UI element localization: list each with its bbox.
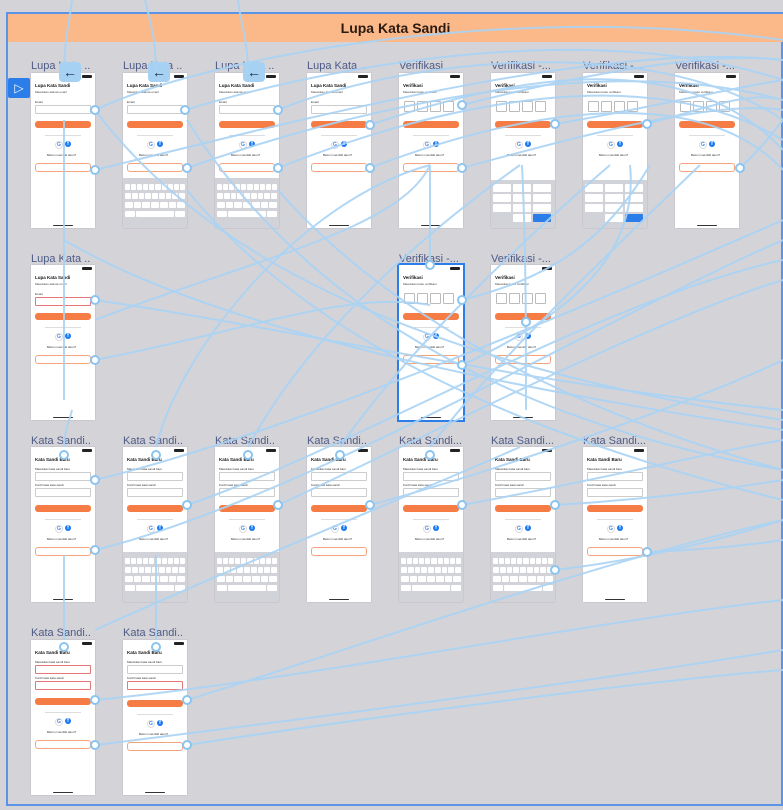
screen-title: Kata Sandi Baru [587,457,622,462]
phone-frame[interactable]: Kata Sandi Baru Masukkan kata sandi baru… [123,640,187,795]
frame-label[interactable]: Kata Sandi... [307,435,367,447]
frame-label[interactable]: Kata Sandi... [123,435,183,447]
phone-frame[interactable]: Lupa Kata Sandi Masukkan alamat email Em… [31,265,95,420]
phone-frame[interactable]: Kata Sandi Baru Masukkan kata sandi baru… [491,447,555,602]
screen-title: Lupa Kata Sandi [219,83,255,88]
screen-title: Lupa Kata Sandi [35,275,71,280]
frame-label[interactable]: Verifikasi [399,60,461,72]
section-title: Lupa Kata Sandi [8,14,783,42]
arrow-back-icon[interactable]: ← [243,62,265,82]
frame-label[interactable]: Verifikasi -... [399,253,461,265]
frame-label[interactable]: Kata Sandi... [31,627,91,639]
phone-frame[interactable]: Kata Sandi Baru Masukkan kata sandi baru… [215,447,279,602]
frame-label[interactable]: Verifikasi -... [583,60,645,72]
screen-title: Lupa Kata Sandi [35,83,71,88]
frame-label[interactable]: Verifikasi -... [491,60,553,72]
screen-title: Kata Sandi Baru [127,650,162,655]
play-prototype-icon[interactable]: ▷ [8,78,30,98]
phone-frame[interactable]: Kata Sandi Baru Masukkan kata sandi baru… [583,447,647,602]
phone-frame[interactable]: Kata Sandi Baru Masukkan kata sandi baru… [399,447,463,602]
phone-frame[interactable]: Verifikasi Masukkan kode verifikasi Gf B… [491,265,555,420]
screen-title: Kata Sandi Baru [495,457,530,462]
screen-title: Verifikasi [495,275,515,280]
screen-title: Kata Sandi Baru [35,650,70,655]
phone-frame[interactable]: Verifikasi Masukkan kode verifikasi Gf B… [491,73,555,228]
frame-label[interactable]: Verifikasi -... [491,253,553,265]
screen-title: Verifikasi [495,83,515,88]
frame-label[interactable]: Kata Sandi... [31,435,91,447]
phone-frame[interactable]: Verifikasi Masukkan kode verifikasi Gf B… [583,73,647,228]
screen-title: Verifikasi [679,83,699,88]
screen-title: Lupa Kata Sandi [127,83,163,88]
phone-frame[interactable]: Lupa Kata Sandi Masukkan alamat email Em… [123,73,187,228]
frame-label[interactable]: Kata Sandi... [215,435,275,447]
frame-label[interactable]: Kata Sandi... [583,435,645,447]
phone-frame-selected[interactable]: Verifikasi Masukkan kode verifikasi Gf B… [397,263,465,422]
frame-label[interactable]: Kata Sandi... [123,627,183,639]
screen-title: Kata Sandi Baru [403,457,438,462]
phone-frame[interactable]: Kata Sandi Baru Masukkan kata sandi baru… [123,447,187,602]
phone-frame[interactable]: Kata Sandi Baru Masukkan kata sandi baru… [31,447,95,602]
screen-title: Verifikasi [587,83,607,88]
arrow-back-icon[interactable]: ← [148,62,170,82]
frame-label[interactable]: Kata Sandi... [399,435,461,447]
phone-frame[interactable]: Lupa Kata Sandi Masukkan alamat email Em… [215,73,279,228]
frame-label[interactable]: Verifikasi -... [675,60,737,72]
frame-label[interactable]: Kata Sandi... [491,435,553,447]
screen-title: Kata Sandi Baru [35,457,70,462]
screen-title: Kata Sandi Baru [127,457,162,462]
phone-frame[interactable]: Kata Sandi Baru Masukkan kata sandi baru… [31,640,95,795]
screen-title: Kata Sandi Baru [311,457,346,462]
frame-label[interactable]: Lupa Kata ... [31,253,91,265]
phone-frame[interactable]: Verifikasi Masukkan kode verifikasi Gf B… [399,73,463,228]
phone-frame[interactable]: Lupa Kata Sandi Masukkan alamat email Em… [307,73,371,228]
section-title-text: Lupa Kata Sandi [340,20,451,36]
screen-title: Verifikasi [403,275,423,280]
screen-title: Lupa Kata Sandi [311,83,347,88]
screen-title: Kata Sandi Baru [219,457,254,462]
frame-label[interactable]: Lupa Kata ... [307,60,367,72]
screen-title: Verifikasi [403,83,423,88]
arrow-back-icon[interactable]: ← [59,62,81,82]
phone-frame[interactable]: Verifikasi Masukkan kode verifikasi Gf B… [675,73,739,228]
phone-frame[interactable]: Lupa Kata Sandi Masukkan alamat email Em… [31,73,95,228]
phone-frame[interactable]: Kata Sandi Baru Masukkan kata sandi baru… [307,447,371,602]
